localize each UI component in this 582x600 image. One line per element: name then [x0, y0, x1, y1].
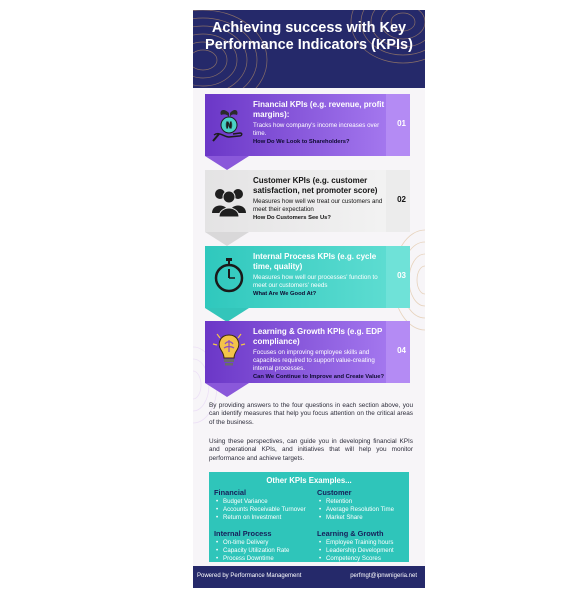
kpi-heading: Customer KPIs (e.g. customer satisfactio… — [253, 176, 378, 195]
page-title: Achieving success with Key Performance I… — [205, 20, 413, 53]
group-list: Retention Average Resolution Time Market… — [317, 498, 415, 521]
footer-credit: Powered by Performance Management — [197, 573, 302, 579]
list-item: Employee Training hours — [317, 539, 415, 547]
footer: Powered by Performance Management perfmg… — [193, 566, 425, 588]
list-item: Average Resolution Time — [317, 506, 415, 514]
kpi-question: How Do Customers See Us? — [253, 215, 331, 221]
kpi-card-customer: Customer KPIs (e.g. customer satisfactio… — [205, 170, 410, 246]
group-list: Employee Training hours Leadership Devel… — [317, 539, 415, 562]
group-heading: Financial — [214, 488, 247, 497]
svg-text:₦: ₦ — [226, 121, 233, 132]
kpi-number: 02 — [397, 195, 406, 204]
kpi-description: Tracks how company's income increases ov… — [253, 122, 380, 137]
kpi-pointer — [205, 156, 249, 170]
list-item: On-time Delivery — [214, 539, 312, 547]
kpi-description: Measures how well we treat our customers… — [253, 198, 383, 213]
kpi-text: Customer KPIs (e.g. customer satisfactio… — [253, 176, 387, 222]
lightbulb-brain-icon — [212, 333, 246, 366]
kpi-heading: Internal Process KPIs (e.g. cycle time, … — [253, 252, 377, 271]
list-item: Competency Scores — [317, 555, 415, 563]
group-heading: Customer — [317, 488, 352, 497]
list-item: Accounts Receivable Turnover — [214, 506, 312, 514]
infographic: Achieving success with Key Performance I… — [193, 10, 425, 588]
customers-group-icon — [212, 189, 246, 218]
kpi-question: What Are We Good At? — [253, 291, 317, 297]
list-item: Process Downtime — [214, 555, 312, 563]
header-banner: Achieving success with Key Performance I… — [193, 10, 425, 88]
kpi-number: 01 — [397, 119, 406, 128]
kpi-pointer — [205, 383, 249, 397]
kpi-group-customer: Customer Retention Average Resolution Ti… — [317, 488, 415, 521]
kpi-heading: Financial KPIs (e.g. revenue, profit mar… — [253, 100, 385, 119]
group-list: On-time Delivery Capacity Utilization Ra… — [214, 539, 312, 562]
kpi-pointer — [205, 308, 249, 322]
kpi-text: Internal Process KPIs (e.g. cycle time, … — [253, 252, 387, 298]
kpi-heading: Learning & Growth KPIs (e.g. EDP complia… — [253, 327, 383, 346]
money-plant-icon: ₦ — [212, 109, 243, 142]
list-item: Capacity Utilization Rate — [214, 547, 312, 555]
kpi-card-internal-process: Internal Process KPIs (e.g. cycle time, … — [205, 246, 410, 322]
kpi-question: Can We Continue to Improve and Create Va… — [253, 374, 384, 380]
list-item: Return on Investment — [214, 514, 312, 522]
kpi-pointer — [205, 232, 249, 246]
kpi-text: Learning & Growth KPIs (e.g. EDP complia… — [253, 327, 387, 381]
stopwatch-icon — [214, 258, 244, 293]
footer-email-link[interactable]: perfmgt@ipnwnigeria.net — [350, 573, 417, 579]
list-item: Budget Variance — [214, 498, 312, 506]
list-item: Retention — [317, 498, 415, 506]
other-kpis-title: Other KPIs Examples... — [266, 476, 352, 485]
kpi-group-learning-growth: Learning & Growth Employee Training hour… — [317, 529, 415, 562]
kpi-number: 04 — [397, 346, 406, 355]
group-list: Budget Variance Accounts Receivable Turn… — [214, 498, 312, 521]
other-kpis-box: Other KPIs Examples... Financial Budget … — [209, 472, 409, 562]
kpi-card-financial: ₦ Financial KPIs (e.g. revenue, profit m… — [205, 94, 410, 170]
body-paragraph: Using these perspectives, can guide you … — [209, 438, 413, 462]
list-item: Leadership Development — [317, 547, 415, 555]
kpi-number: 03 — [397, 271, 406, 280]
list-item: Market Share — [317, 514, 415, 522]
kpi-card-learning-growth: Learning & Growth KPIs (e.g. EDP complia… — [205, 321, 410, 397]
kpi-group-internal-process: Internal Process On-time Delivery Capaci… — [214, 529, 312, 562]
group-heading: Learning & Growth — [317, 529, 384, 538]
kpi-group-financial: Financial Budget Variance Accounts Recei… — [214, 488, 312, 521]
body-paragraph: By providing answers to the four questio… — [209, 402, 413, 426]
kpi-text: Financial KPIs (e.g. revenue, profit mar… — [253, 100, 387, 146]
kpi-question: How Do We Look to Shareholders? — [253, 139, 350, 145]
kpi-description: Focuses on improving employee skills and… — [253, 349, 375, 372]
kpi-description: Measures how well our processes' functio… — [253, 274, 378, 289]
group-heading: Internal Process — [214, 529, 272, 538]
